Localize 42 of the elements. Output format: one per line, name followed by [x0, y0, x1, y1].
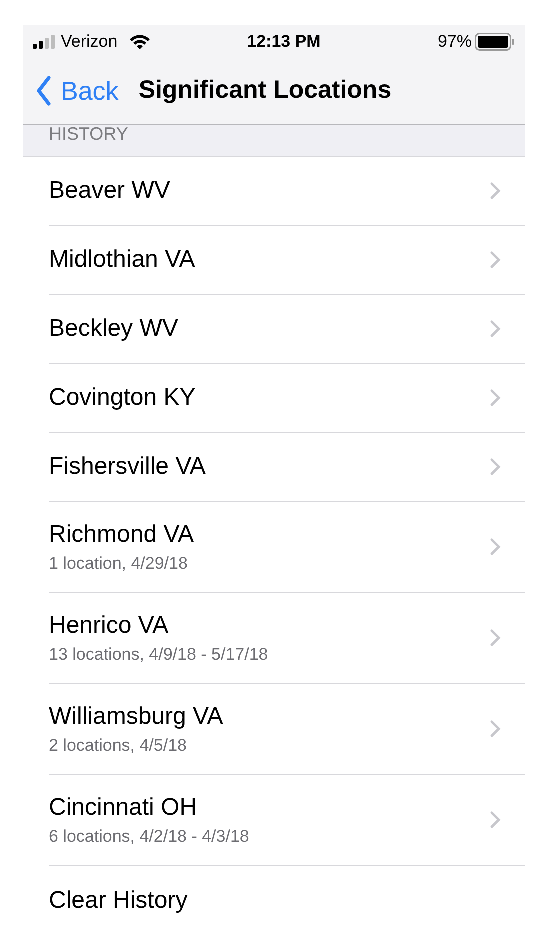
visit-summary: 13 locations, 4/9/18 - 5/17/18 — [49, 644, 270, 666]
chevron-right-icon — [490, 251, 501, 269]
location-name: Fishersville VA — [49, 452, 207, 482]
location-row[interactable]: Midlothian VA — [49, 226, 525, 295]
chevron-right-icon — [490, 389, 501, 407]
location-name: Covington KY — [49, 383, 197, 413]
wifi-icon — [128, 34, 151, 50]
chevron-left-icon — [36, 76, 51, 106]
visit-summary: 1 location, 4/29/18 — [49, 552, 189, 574]
visit-summary: 6 locations, 4/2/18 - 4/3/18 — [49, 826, 250, 848]
location-name: Midlothian VA — [49, 245, 196, 275]
battery-icon — [475, 32, 515, 50]
action-label: Clear History — [49, 886, 189, 916]
location-row[interactable]: Cincinnati OH 6 locations, 4/2/18 - 4/3/18 — [49, 775, 525, 866]
carrier-name: Verizon — [61, 30, 118, 53]
chevron-right-icon — [490, 720, 501, 738]
signal-icon — [33, 34, 56, 48]
chevron-right-icon — [490, 458, 501, 476]
page-title: Significant Locations — [138, 75, 392, 106]
location-row[interactable]: Beaver WV — [49, 157, 525, 226]
location-name: Henrico VA — [49, 610, 170, 640]
location-row[interactable]: Richmond VA 1 location, 4/29/18 — [49, 502, 525, 593]
location-name: Beaver WV — [49, 176, 172, 206]
clock-time: 12:13 PM — [246, 30, 322, 53]
location-name: Richmond VA — [49, 520, 195, 550]
location-row[interactable]: Williamsburg VA 2 locations, 4/5/18 — [49, 684, 525, 775]
location-row[interactable]: Covington KY — [49, 364, 525, 433]
chevron-right-icon — [490, 320, 501, 338]
section-header: HISTORY — [49, 125, 128, 143]
location-name: Williamsburg VA — [49, 702, 224, 732]
clear-history-button[interactable]: Clear History — [49, 866, 525, 935]
visit-summary: 2 locations, 4/5/18 — [49, 734, 188, 756]
chevron-right-icon — [490, 182, 501, 200]
location-name: Cincinnati OH — [49, 792, 198, 822]
location-name: Beckley WV — [49, 314, 180, 344]
chevron-right-icon — [490, 538, 501, 556]
chevron-right-icon — [490, 811, 501, 829]
location-row[interactable]: Beckley WV — [49, 295, 525, 364]
location-row[interactable]: Henrico VA 13 locations, 4/9/18 - 5/17/18 — [49, 593, 525, 684]
chevron-right-icon — [490, 629, 501, 647]
battery-percent: 97% — [438, 30, 472, 53]
location-row[interactable]: Fishersville VA — [49, 433, 525, 502]
